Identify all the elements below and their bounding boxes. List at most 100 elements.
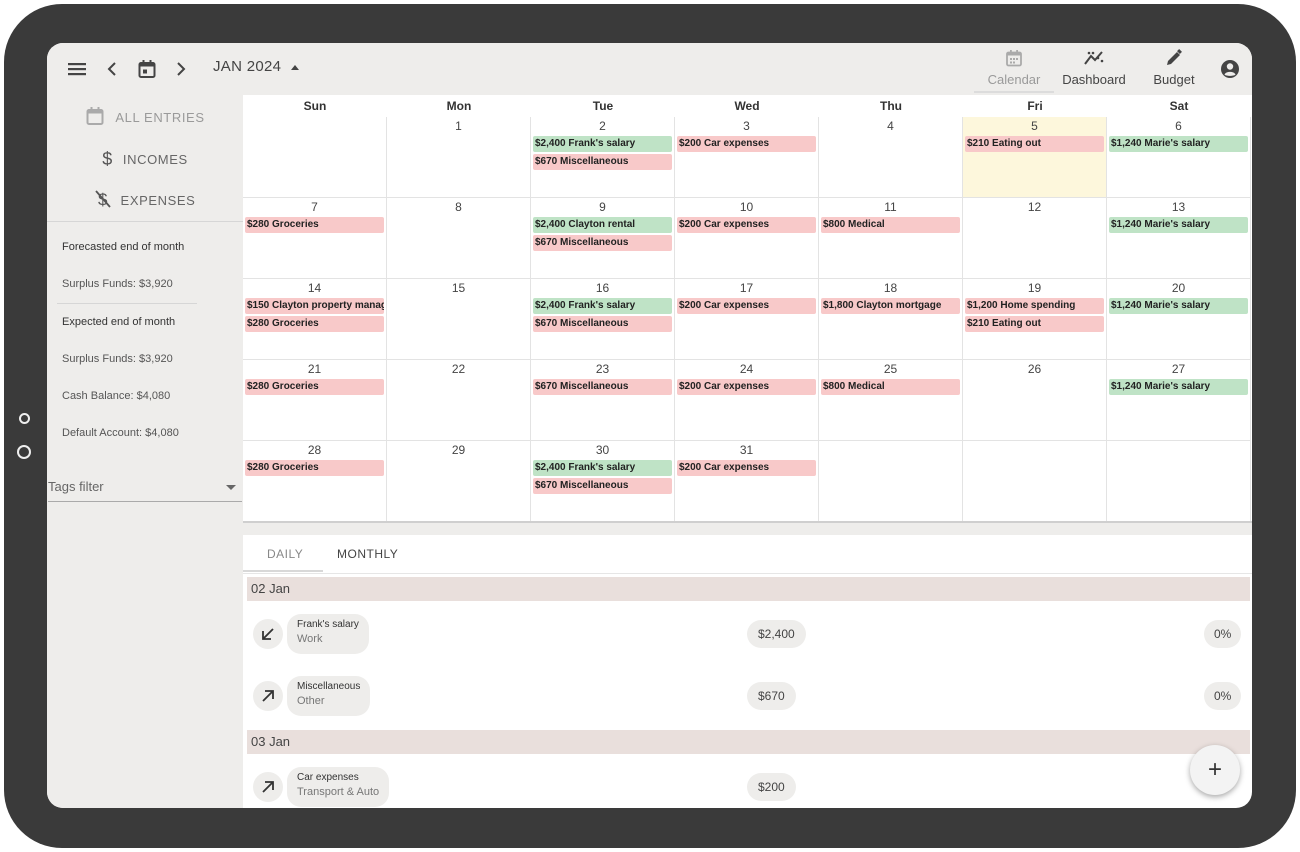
day-cell[interactable] xyxy=(819,441,963,522)
expense-event[interactable]: $200 Car expenses xyxy=(677,217,816,233)
day-cell[interactable]: 24 $200 Car expenses xyxy=(675,360,819,441)
day-cell[interactable]: 11 $800 Medical xyxy=(819,198,963,279)
expenses-button[interactable]: $ EXPENSES xyxy=(47,183,243,217)
weekday-label: Sun xyxy=(303,99,327,113)
day-cell[interactable]: 7 $280 Groceries xyxy=(243,198,387,279)
entry-chip[interactable]: Miscellaneous Other xyxy=(287,676,371,716)
income-event[interactable]: $1,240 Marie's salary xyxy=(1109,136,1248,152)
expense-event[interactable]: $280 Groceries xyxy=(245,316,384,332)
expense-event[interactable]: $1,200 Home spending xyxy=(965,298,1104,314)
expense-event[interactable]: $210 Eating out xyxy=(965,316,1104,332)
day-cell[interactable]: 19 $1,200 Home spending $210 Eating out xyxy=(963,279,1107,360)
expense-event[interactable]: $670 Miscellaneous xyxy=(533,235,672,251)
income-event[interactable]: $1,240 Marie's salary xyxy=(1109,298,1248,314)
day-cell[interactable]: 31 $200 Car expenses xyxy=(675,441,819,522)
day-cell[interactable]: 2 $2,400 Frank's salary $670 Miscellaneous xyxy=(531,117,675,198)
day-cell[interactable]: 30 $2,400 Frank's salary $670 Miscellaneou… xyxy=(531,441,675,522)
tab-monthly[interactable]: MONTHLY xyxy=(337,547,398,561)
nav-dashboard[interactable]: Dashboard xyxy=(1054,45,1134,93)
income-event[interactable]: $1,240 Marie's salary xyxy=(1109,379,1248,395)
add-entry-button[interactable]: + xyxy=(1190,745,1240,795)
income-event[interactable]: $2,400 Clayton rental xyxy=(533,217,672,233)
entry-amount[interactable]: $200 xyxy=(747,773,796,801)
expense-event[interactable]: $150 Clayton property management xyxy=(245,298,384,314)
account-circle-icon[interactable] xyxy=(1218,57,1242,81)
calendar-today-icon[interactable] xyxy=(135,57,159,81)
resize-divider[interactable] xyxy=(243,521,1252,535)
entry-name: Car expenses xyxy=(297,772,359,783)
expense-event[interactable]: $670 Miscellaneous xyxy=(533,316,672,332)
day-cell[interactable]: 13 $1,240 Marie's salary xyxy=(1107,198,1251,279)
expense-event[interactable]: $200 Car expenses xyxy=(677,298,816,314)
expense-event[interactable]: $200 Car expenses xyxy=(677,136,816,152)
expense-event[interactable]: $210 Eating out xyxy=(965,136,1104,152)
expense-event[interactable]: $1,800 Clayton mortgage xyxy=(821,298,960,314)
day-cell[interactable]: 12 xyxy=(963,198,1107,279)
day-cell[interactable]: 29 xyxy=(387,441,531,522)
day-cell[interactable]: 1 xyxy=(387,117,531,198)
day-cell[interactable]: 26 xyxy=(963,360,1107,441)
day-cell[interactable]: 3 $200 Car expenses xyxy=(675,117,819,198)
month-selector[interactable]: JAN 2024 xyxy=(213,58,299,75)
day-cell[interactable]: 18 $1,800 Clayton mortgage xyxy=(819,279,963,360)
day-cell[interactable]: 8 xyxy=(387,198,531,279)
income-event[interactable]: $2,400 Frank's salary xyxy=(533,136,672,152)
expense-event[interactable]: $800 Medical xyxy=(821,379,960,395)
day-cell[interactable]: 27 $1,240 Marie's salary xyxy=(1107,360,1251,441)
entry-amount[interactable]: $2,400 xyxy=(747,620,806,648)
entry-category: Transport & Auto xyxy=(297,786,380,798)
day-cell[interactable] xyxy=(243,117,387,198)
entry-chip[interactable]: Frank's salary Work xyxy=(287,614,369,654)
income-event[interactable]: $2,400 Frank's salary xyxy=(533,460,672,476)
entry-percent[interactable]: 0% xyxy=(1204,620,1242,648)
app-screen: JAN 2024 Calendar Dashboard Budget ALL E… xyxy=(47,43,1252,808)
tab-daily[interactable]: DAILY xyxy=(267,547,303,561)
day-cell[interactable]: 16 $2,400 Frank's salary $670 Miscellaneou… xyxy=(531,279,675,360)
day-cell[interactable]: 4 xyxy=(819,117,963,198)
menu-icon[interactable] xyxy=(65,57,89,81)
day-cell-today[interactable]: 5 $210 Eating out xyxy=(963,117,1107,198)
nav-calendar[interactable]: Calendar xyxy=(974,45,1054,93)
day-cell[interactable]: 20 $1,240 Marie's salary xyxy=(1107,279,1251,360)
day-cell[interactable]: 14 $150 Clayton property management $280 G… xyxy=(243,279,387,360)
expense-event[interactable]: $280 Groceries xyxy=(245,379,384,395)
entry-percent[interactable]: 0% xyxy=(1204,682,1242,710)
expense-event[interactable]: $200 Car expenses xyxy=(677,379,816,395)
entry-name: Frank's salary xyxy=(297,619,359,630)
expense-event[interactable]: $670 Miscellaneous xyxy=(533,478,672,494)
expected-surplus: Surplus Funds: $3,920 xyxy=(62,353,173,365)
day-number: 1 xyxy=(455,119,462,133)
day-cell[interactable]: 28 $280 Groceries xyxy=(243,441,387,522)
day-number: 15 xyxy=(451,281,466,295)
day-cell[interactable]: 25 $800 Medical xyxy=(819,360,963,441)
day-cell[interactable]: 17 $200 Car expenses xyxy=(675,279,819,360)
chevron-right-icon[interactable] xyxy=(169,57,193,81)
incomes-button[interactable]: $ INCOMES xyxy=(47,142,243,176)
expense-event[interactable]: $200 Car expenses xyxy=(677,460,816,476)
day-number: 7 xyxy=(311,200,318,214)
expense-event[interactable]: $670 Miscellaneous xyxy=(533,154,672,170)
default-account: Default Account: $4,080 xyxy=(62,427,179,439)
day-cell[interactable] xyxy=(963,441,1107,522)
entry-chip[interactable]: Car expenses Transport & Auto xyxy=(287,767,390,807)
expense-event[interactable]: $800 Medical xyxy=(821,217,960,233)
day-cell[interactable]: 10 $200 Car expenses xyxy=(675,198,819,279)
day-cell[interactable]: 21 $280 Groceries xyxy=(243,360,387,441)
income-event[interactable]: $1,240 Marie's salary xyxy=(1109,217,1248,233)
day-cell[interactable]: 9 $2,400 Clayton rental $670 Miscellaneous xyxy=(531,198,675,279)
expense-event[interactable]: $280 Groceries xyxy=(245,217,384,233)
income-event[interactable]: $2,400 Frank's salary xyxy=(533,298,672,314)
entry-amount[interactable]: $670 xyxy=(747,682,796,710)
day-cell[interactable] xyxy=(1107,441,1251,522)
arrow-expense-icon xyxy=(253,681,283,711)
nav-budget[interactable]: Budget xyxy=(1134,45,1214,93)
day-cell[interactable]: 6 $1,240 Marie's salary xyxy=(1107,117,1251,198)
expense-event[interactable]: $670 Miscellaneous xyxy=(533,379,672,395)
day-cell[interactable]: 22 xyxy=(387,360,531,441)
all-entries-button[interactable]: ALL ENTRIES xyxy=(47,100,243,134)
expense-event[interactable]: $280 Groceries xyxy=(245,460,384,476)
tags-filter-select[interactable]: Tags filter xyxy=(48,479,242,502)
chevron-left-icon[interactable] xyxy=(100,57,124,81)
day-cell[interactable]: 23 $670 Miscellaneous xyxy=(531,360,675,441)
day-cell[interactable]: 15 xyxy=(387,279,531,360)
